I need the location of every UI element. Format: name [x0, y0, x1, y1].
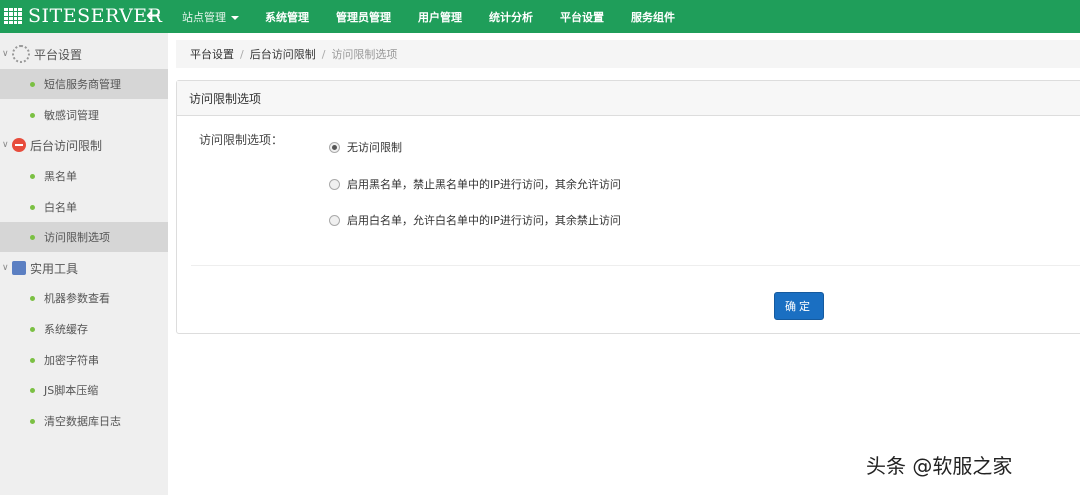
top-navbar: SITESERVER ← 站点管理 系统管理 管理员管理 用户管理 统计分析 平…: [0, 0, 1080, 33]
main-nav: 站点管理 系统管理 管理员管理 用户管理 统计分析 平台设置 服务组件: [182, 0, 675, 33]
confirm-button[interactable]: 确定: [774, 292, 824, 320]
bullet-icon: [30, 173, 35, 179]
chevron-down-icon: ∨: [2, 263, 9, 273]
breadcrumb-item[interactable]: 平台设置: [190, 46, 234, 62]
sidebar-item-whitelist[interactable]: 白名单: [0, 192, 168, 222]
sidebar-item-label: 机器参数查看: [44, 292, 110, 305]
bullet-icon: [30, 326, 35, 332]
sidebar-item-access-options[interactable]: 访问限制选项: [0, 222, 168, 252]
sidebar-item-sensitive-words[interactable]: 敏感词管理: [0, 100, 168, 130]
divider: [191, 265, 1080, 266]
sidebar-item-label: JS脚本压缩: [44, 384, 99, 397]
breadcrumb-separator: /: [321, 47, 326, 61]
option-whitelist[interactable]: 启用白名单，允许白名单中的IP进行访问，其余禁止访问: [329, 212, 621, 228]
site-logo[interactable]: SITESERVER: [4, 5, 162, 27]
bullet-icon: [30, 387, 35, 393]
sidebar-group-label: 平台设置: [34, 47, 83, 62]
sidebar-item-clear-db-log[interactable]: 清空数据库日志: [0, 406, 168, 436]
nav-platform-settings[interactable]: 平台设置: [560, 9, 604, 25]
nav-admin-management[interactable]: 管理员管理: [336, 9, 391, 25]
radio-button[interactable]: [329, 178, 340, 190]
sidebar-item-label: 黑名单: [44, 170, 77, 183]
sidebar-item-label: 系统缓存: [44, 323, 88, 336]
sidebar-group-label: 后台访问限制: [30, 138, 103, 153]
nav-user-management[interactable]: 用户管理: [418, 9, 462, 25]
sidebar-item-js-compress[interactable]: JS脚本压缩: [0, 375, 168, 405]
tools-icon: [12, 261, 26, 275]
grid-logo-icon: [4, 8, 22, 24]
radio-button-checked[interactable]: [329, 141, 340, 153]
bullet-icon: [30, 357, 35, 363]
sidebar-item-machine-params[interactable]: 机器参数查看: [0, 283, 168, 313]
option-label: 无访问限制: [347, 141, 402, 154]
sidebar: ∨ 平台设置 短信服务商管理 敏感词管理 ∨ 后台访问限制 黑名单 白名单 访问…: [0, 33, 168, 495]
option-blacklist[interactable]: 启用黑名单，禁止黑名单中的IP进行访问，其余允许访问: [329, 176, 621, 192]
sidebar-item-label: 短信服务商管理: [44, 78, 121, 91]
sidebar-item-encrypt-string[interactable]: 加密字符串: [0, 345, 168, 375]
chevron-down-icon: ∨: [2, 140, 9, 150]
nav-system-management[interactable]: 系统管理: [265, 9, 309, 25]
radio-button[interactable]: [329, 214, 340, 226]
sidebar-item-blacklist[interactable]: 黑名单: [0, 161, 168, 191]
sidebar-group-platform-settings[interactable]: ∨ 平台设置: [0, 39, 168, 69]
sidebar-item-label: 清空数据库日志: [44, 415, 121, 428]
breadcrumb-separator: /: [240, 47, 244, 61]
bullet-icon: [30, 234, 35, 240]
logo-text: SITESERVER: [28, 5, 163, 27]
sidebar-group-label: 实用工具: [30, 261, 79, 276]
breadcrumb-item[interactable]: 后台访问限制: [250, 46, 316, 62]
option-label: 启用白名单，允许白名单中的IP进行访问，其余禁止访问: [347, 214, 621, 227]
arrow-left-icon[interactable]: ←: [146, 6, 160, 26]
nav-service-components[interactable]: 服务组件: [631, 9, 675, 25]
option-label: 启用黑名单，禁止黑名单中的IP进行访问，其余允许访问: [347, 178, 621, 191]
nav-statistics[interactable]: 统计分析: [489, 9, 533, 25]
bullet-icon: [30, 112, 35, 118]
bullet-icon: [30, 204, 35, 210]
sidebar-item-label: 敏感词管理: [44, 109, 99, 122]
chevron-down-icon: ∨: [2, 49, 9, 59]
panel-title: 访问限制选项: [177, 81, 1080, 116]
breadcrumb: 平台设置 / 后台访问限制 / 访问限制选项: [176, 40, 1080, 68]
bullet-icon: [30, 81, 35, 87]
sidebar-group-tools[interactable]: ∨ 实用工具: [0, 253, 168, 283]
gear-icon: [12, 45, 30, 63]
option-no-restriction[interactable]: 无访问限制: [329, 139, 402, 155]
bullet-icon: [30, 295, 35, 301]
bullet-icon: [30, 418, 35, 424]
sidebar-item-label: 访问限制选项: [44, 231, 110, 244]
field-label: 访问限制选项：: [199, 133, 284, 147]
sidebar-item-sms-provider[interactable]: 短信服务商管理: [0, 69, 168, 99]
no-entry-icon: [12, 138, 26, 152]
breadcrumb-current: 访问限制选项: [331, 48, 398, 61]
access-options-panel: 访问限制选项 访问限制选项： 无访问限制 启用黑名单，禁止黑名单中的IP进行访问…: [176, 80, 1080, 334]
caret-down-icon: [231, 15, 239, 20]
sidebar-item-label: 加密字符串: [44, 354, 99, 367]
nav-site-management[interactable]: 站点管理: [182, 9, 239, 25]
watermark-text: 头条 @软服之家: [866, 454, 1013, 478]
sidebar-item-system-cache[interactable]: 系统缓存: [0, 314, 168, 344]
sidebar-group-access-restriction[interactable]: ∨ 后台访问限制: [0, 130, 168, 160]
sidebar-item-label: 白名单: [44, 201, 77, 214]
